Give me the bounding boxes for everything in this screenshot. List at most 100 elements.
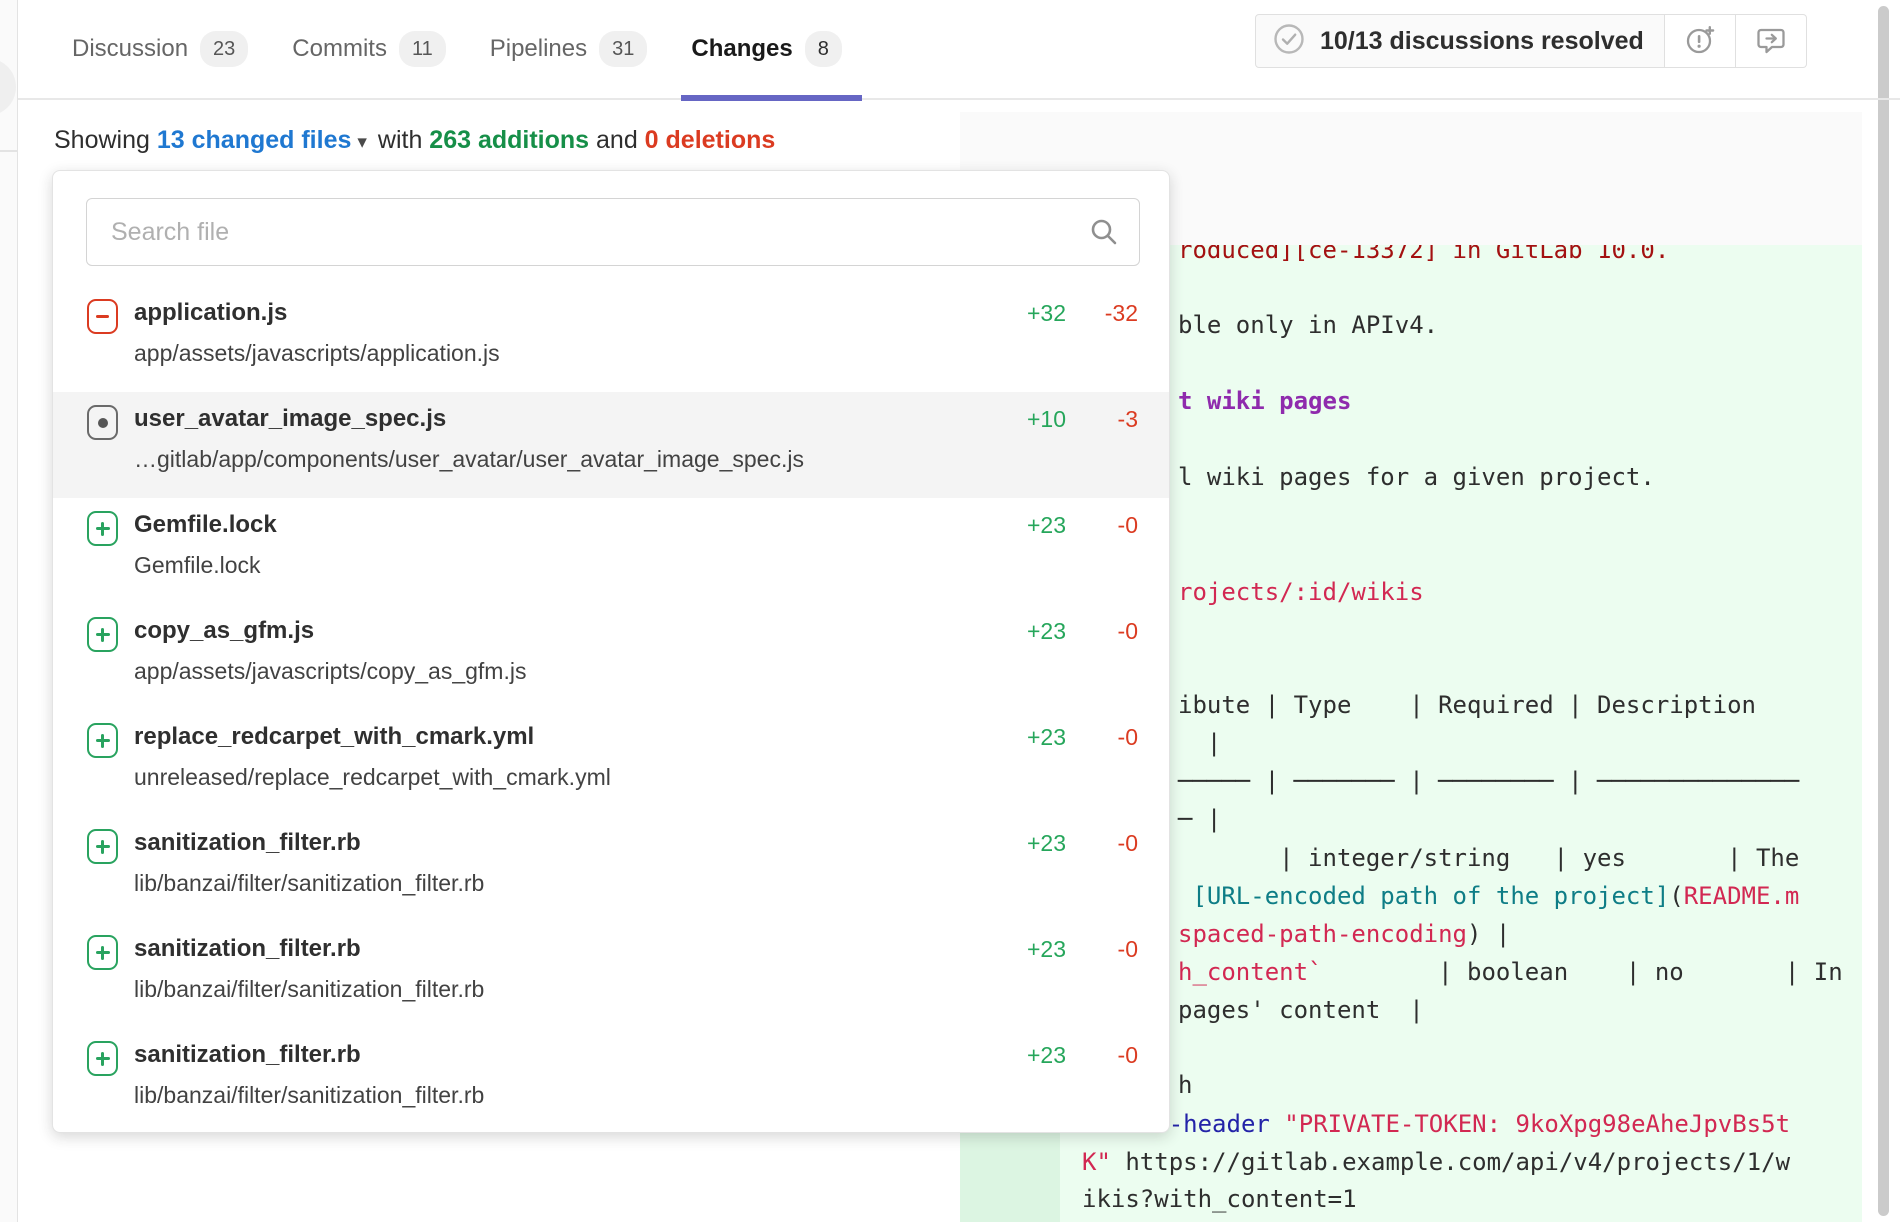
tab-commits[interactable]: Commits 11: [292, 0, 445, 99]
changed-files-summary: Showing 13 changed files▾ with 263 addit…: [54, 126, 775, 155]
lines-added: +23: [1014, 512, 1066, 539]
file-added-icon: [87, 1041, 118, 1076]
file-diff-stats: +10 -3: [1014, 406, 1138, 433]
file-list-item[interactable]: application.js app/assets/javascripts/ap…: [53, 286, 1169, 392]
diff-code-line: [URL-encoded path of the project](README…: [1178, 881, 1799, 911]
jump-to-next-discussion-button[interactable]: [1736, 14, 1807, 68]
file-name: sanitization_filter.rb: [134, 934, 361, 964]
file-list-item[interactable]: user_avatar_image_spec.js …gitlab/app/co…: [53, 392, 1169, 498]
lines-removed: -0: [1090, 724, 1138, 751]
file-search: [86, 198, 1140, 266]
file-list-item[interactable]: sanitization_filter.rb lib/banzai/filter…: [53, 816, 1169, 922]
lines-added: +23: [1014, 618, 1066, 645]
file-deleted-icon: [87, 299, 118, 334]
resolve-with-issue-button[interactable]: [1665, 14, 1736, 68]
lines-removed: -0: [1090, 618, 1138, 645]
file-diff-stats: +23 -0: [1014, 1042, 1138, 1069]
lines-removed: -0: [1090, 936, 1138, 963]
file-name: user_avatar_image_spec.js: [134, 404, 446, 434]
file-name: copy_as_gfm.js: [134, 616, 314, 646]
lines-added: +23: [1014, 830, 1066, 857]
diff-code-line: l wiki pages for a given project.: [1178, 462, 1655, 492]
file-search-input[interactable]: [86, 198, 1140, 266]
file-path: unreleased/replace_redcarpet_with_cmark.…: [134, 762, 611, 792]
diff-code-line: ─ |: [1178, 804, 1221, 834]
diff-code-line: roduced][ce-13372] in GitLab 10.0.: [1178, 245, 1669, 265]
file-diff-stats: +32 -32: [1014, 300, 1138, 327]
file-modified-icon: [87, 405, 118, 440]
diff-code-line: t wiki pages: [1178, 386, 1351, 416]
diff-code-line: ble only in APIv4.: [1178, 310, 1438, 340]
file-added-icon: [87, 935, 118, 970]
diff-code-line: ikis?with_content=1: [1082, 1184, 1357, 1214]
file-list-item[interactable]: sanitization_filter.rb lib/banzai/filter…: [53, 1028, 1169, 1134]
lines-removed: -0: [1090, 830, 1138, 857]
divider: [0, 150, 18, 152]
tab-discussion[interactable]: Discussion 23: [72, 0, 248, 99]
check-circle-icon: [1272, 22, 1306, 61]
tab-changes[interactable]: Changes 8: [691, 0, 841, 99]
diff-code-line: spaced-path-encoding) |: [1178, 919, 1510, 949]
file-path: Gemfile.lock: [134, 550, 261, 580]
file-path: app/assets/javascripts/application.js: [134, 338, 500, 368]
lines-removed: -0: [1090, 1042, 1138, 1069]
diff-code-line: ───── | ─────── | ──────── | ───────────…: [1178, 766, 1799, 796]
new-issue-icon: [1682, 21, 1718, 62]
lines-removed: -0: [1090, 512, 1138, 539]
file-finder-dropdown: application.js app/assets/javascripts/ap…: [52, 170, 1170, 1133]
file-diff-stats: +23 -0: [1014, 512, 1138, 539]
file-path: lib/banzai/filter/sanitization_filter.rb: [134, 1080, 484, 1110]
diff-code-line: rojects/:id/wikis: [1178, 577, 1424, 607]
file-added-icon: [87, 723, 118, 758]
diff-code-line: h_content` | boolean | no | In: [1178, 957, 1843, 987]
comment-next-icon: [1753, 21, 1789, 62]
summary-and: and: [589, 126, 645, 154]
file-diff-stats: +23 -0: [1014, 830, 1138, 857]
lines-added: +23: [1014, 936, 1066, 963]
diff-code-line: K" https://gitlab.example.com/api/v4/pro…: [1082, 1147, 1790, 1177]
discussions-resolved-bar: 10/13 discussions resolved: [1255, 14, 1665, 68]
file-diff-stats: +23 -0: [1014, 618, 1138, 645]
summary-middle: with: [371, 126, 429, 154]
deletions-count: 0 deletions: [645, 126, 776, 154]
file-diff-stats: +23 -0: [1014, 936, 1138, 963]
discussions-resolved-count: 10/13 discussions resolved: [1320, 27, 1644, 56]
diff-code-line: |: [1178, 728, 1221, 758]
file-path: app/assets/javascripts/copy_as_gfm.js: [134, 656, 526, 686]
lines-removed: -3: [1090, 406, 1138, 433]
file-diff-stats: +23 -0: [1014, 724, 1138, 751]
tab-pipelines[interactable]: Pipelines 31: [490, 0, 648, 99]
discussions-resolved-group: 10/13 discussions resolved: [1255, 14, 1807, 68]
changed-file-list: application.js app/assets/javascripts/ap…: [53, 286, 1169, 1134]
file-name: sanitization_filter.rb: [134, 1040, 361, 1070]
file-list-item[interactable]: copy_as_gfm.js app/assets/javascripts/co…: [53, 604, 1169, 710]
file-name: Gemfile.lock: [134, 510, 277, 540]
file-list-item[interactable]: replace_redcarpet_with_cmark.yml unrelea…: [53, 710, 1169, 816]
tab-count-badge: 11: [399, 31, 446, 67]
lines-removed: -32: [1090, 300, 1138, 327]
diff-code-line: curl --header "PRIVATE-TOKEN: 9koXpg98eA…: [1082, 1109, 1790, 1139]
search-icon: [1088, 216, 1120, 248]
lines-added: +23: [1014, 1042, 1066, 1069]
tab-count-badge: 23: [200, 31, 248, 67]
diff-code-line: h: [1178, 1070, 1192, 1100]
diff-added-code-block: roduced][ce-13372] in GitLab 10.0. ble on…: [1060, 245, 1862, 1222]
file-added-icon: [87, 829, 118, 864]
changed-files-link[interactable]: 13 changed files: [157, 126, 352, 154]
file-added-icon: [87, 617, 118, 652]
file-name: replace_redcarpet_with_cmark.yml: [134, 722, 534, 752]
tab-count-badge: 31: [599, 31, 647, 67]
file-list-item[interactable]: sanitization_filter.rb lib/banzai/filter…: [53, 922, 1169, 1028]
file-list-item[interactable]: Gemfile.lock Gemfile.lock +23 -0: [53, 498, 1169, 604]
caret-down-icon[interactable]: ▾: [357, 132, 367, 153]
lines-added: +10: [1014, 406, 1066, 433]
page-left-strip: [0, 0, 18, 1222]
file-path: …gitlab/app/components/user_avatar/user_…: [134, 444, 804, 474]
file-path: lib/banzai/filter/sanitization_filter.rb: [134, 974, 484, 1004]
summary-prefix: Showing: [54, 126, 157, 154]
vertical-scrollbar[interactable]: [1878, 6, 1889, 1216]
diff-code-line: ibute | Type | Required | Description: [1178, 690, 1756, 720]
file-added-icon: [87, 511, 118, 546]
tab-count-badge: 8: [805, 31, 842, 67]
diff-code-line: | integer/string | yes | The: [1178, 843, 1799, 873]
